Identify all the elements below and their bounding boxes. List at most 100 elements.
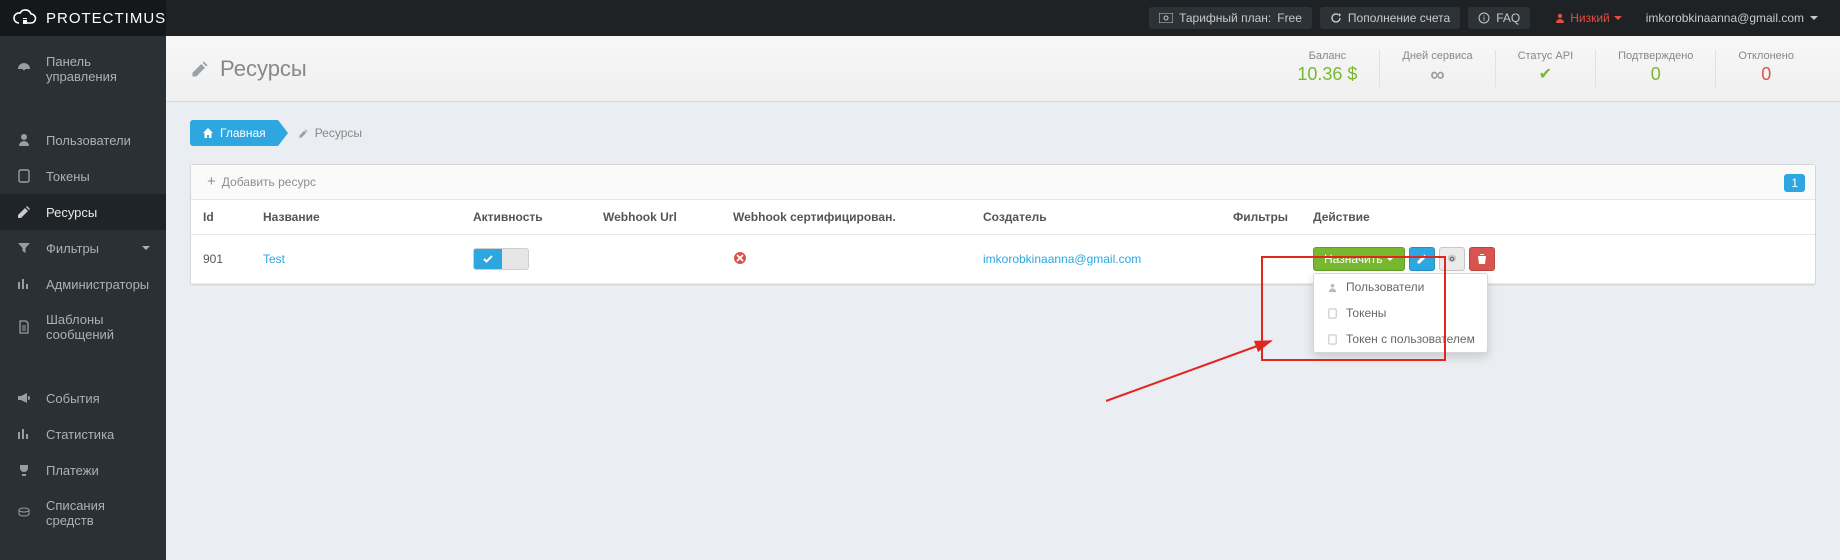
creator-link[interactable]: imkorobkinaanna@gmail.com (983, 252, 1141, 266)
sidebar-item-payments[interactable]: Платежи (0, 452, 166, 488)
page-title-text: Ресурсы (220, 56, 307, 82)
sidebar-label: Панель управления (46, 54, 150, 84)
sidebar-label: Фильтры (46, 241, 99, 256)
sidebar-label: Списания средств (46, 498, 150, 528)
col-active: Активность (461, 200, 591, 235)
topup-pill[interactable]: Пополнение счета (1320, 7, 1460, 29)
stat-confirmed: Подтверждено 0 (1595, 50, 1715, 87)
stat-balance: Баланс 10.36 $ (1275, 50, 1379, 87)
brand-text: Protectimus (46, 10, 166, 27)
brand-logo[interactable]: Protectimus (0, 0, 166, 36)
assign-button[interactable]: Назначить (1313, 247, 1405, 271)
cell-webhook-cert (721, 235, 971, 284)
sidebar-label: Статистика (46, 427, 114, 442)
row-actions: Назначить (1313, 247, 1803, 271)
trash-icon (1476, 253, 1488, 265)
infinity-icon: ∞ (1402, 64, 1472, 87)
sidebar-label: События (46, 391, 100, 406)
plus-icon: + (207, 176, 216, 188)
edit-button[interactable] (1409, 247, 1435, 271)
sidebar-label: Пользователи (46, 133, 131, 148)
stat-value: 10.36 $ (1297, 64, 1357, 85)
resource-name-link[interactable]: Test (263, 252, 285, 266)
panel-toolbar: + Добавить ресурс 1 (191, 165, 1815, 200)
plan-pill[interactable]: Тарифный план: Free (1149, 7, 1312, 29)
home-icon (202, 127, 214, 139)
topbar: Protectimus Тарифный план: Free Пополнен… (0, 0, 1840, 36)
stat-label: Дней сервиса (1402, 50, 1472, 62)
money-icon (1159, 13, 1173, 23)
trophy-icon (16, 462, 32, 478)
user-email-menu[interactable]: imkorobkinaanna@gmail.com (1646, 11, 1818, 25)
delete-button[interactable] (1469, 247, 1495, 271)
cell-id: 901 (191, 235, 251, 284)
cell-filters (1221, 235, 1301, 284)
resources-table: Id Название Активность Webhook Url Webho… (191, 200, 1815, 284)
info-icon: i (1478, 12, 1490, 24)
sidebar-label: Ресурсы (46, 205, 97, 220)
settings-button[interactable] (1439, 247, 1465, 271)
stat-label: Подтверждено (1618, 50, 1693, 62)
cell-webhook (591, 235, 721, 284)
pagination[interactable]: 1 (1784, 175, 1805, 190)
col-name: Название (251, 200, 461, 235)
cloud-lock-icon (12, 8, 38, 28)
stat-label: Баланс (1297, 50, 1357, 62)
page-header: Ресурсы Баланс 10.36 $ Дней сервиса ∞ Ст… (166, 36, 1840, 102)
megaphone-icon (16, 390, 32, 406)
edit-icon (190, 59, 210, 79)
col-filters: Фильтры (1221, 200, 1301, 235)
dropdown-item-token-user[interactable]: Токен с пользователем (1314, 326, 1487, 352)
sidebar-item-events[interactable]: События (0, 380, 166, 416)
svg-text:i: i (1483, 14, 1485, 23)
deny-icon (733, 251, 747, 265)
tablet-icon (1326, 307, 1338, 319)
toggle-on (474, 249, 502, 269)
sidebar-item-writeoffs[interactable]: Списания средств (0, 488, 166, 538)
faq-label: FAQ (1496, 11, 1520, 25)
assign-dropdown: Пользователи Токены Токен (1313, 273, 1488, 353)
sidebar-item-filters[interactable]: Фильтры (0, 230, 166, 266)
breadcrumb-current-label: Ресурсы (315, 126, 362, 140)
sidebar-item-dashboard[interactable]: Панель управления (0, 44, 166, 94)
coins-icon (16, 505, 32, 521)
resources-panel: + Добавить ресурс 1 Id Название Активнос… (190, 164, 1816, 285)
user-icon (1326, 281, 1338, 293)
sidebar-item-users[interactable]: Пользователи (0, 122, 166, 158)
col-id: Id (191, 200, 251, 235)
caret-down-icon (1810, 16, 1818, 20)
col-action: Действие (1301, 200, 1815, 235)
add-resource-button[interactable]: + Добавить ресурс (201, 171, 322, 193)
breadcrumb-current: Ресурсы (278, 120, 374, 146)
annotation-arrow (1106, 306, 1286, 406)
topup-label: Пополнение счета (1348, 11, 1450, 25)
sidebar-item-admins[interactable]: Администраторы (0, 266, 166, 302)
stat-value: 0 (1738, 64, 1794, 85)
sidebar-label: Шаблоны сообщений (46, 312, 150, 342)
risk-label: Низкий (1570, 11, 1610, 25)
dropdown-label: Пользователи (1346, 280, 1424, 294)
faq-pill[interactable]: i FAQ (1468, 7, 1530, 29)
col-creator: Создатель (971, 200, 1221, 235)
col-webhook: Webhook Url (591, 200, 721, 235)
dropdown-item-tokens[interactable]: Токены (1314, 300, 1487, 326)
col-webhook-cert: Webhook сертифицирован. (721, 200, 971, 235)
stat-value: 0 (1618, 64, 1693, 85)
filter-icon (16, 240, 32, 256)
risk-indicator[interactable]: Низкий (1554, 11, 1622, 25)
user-icon (1554, 12, 1566, 24)
tablet-icon (16, 168, 32, 184)
sidebar-item-templates[interactable]: Шаблоны сообщений (0, 302, 166, 352)
stat-label: Отклонено (1738, 50, 1794, 62)
stats-bar: Баланс 10.36 $ Дней сервиса ∞ Статус API… (1275, 50, 1816, 87)
sidebar-label: Токены (46, 169, 90, 184)
breadcrumb-home[interactable]: Главная (190, 120, 278, 146)
active-toggle[interactable] (473, 248, 529, 270)
sidebar-item-resources[interactable]: Ресурсы (0, 194, 166, 230)
sidebar-item-stats[interactable]: Статистика (0, 416, 166, 452)
add-resource-label: Добавить ресурс (222, 175, 316, 189)
stat-label: Статус API (1518, 50, 1574, 62)
content: Ресурсы Баланс 10.36 $ Дней сервиса ∞ Ст… (166, 36, 1840, 560)
dropdown-item-users[interactable]: Пользователи (1314, 274, 1487, 300)
sidebar-item-tokens[interactable]: Токены (0, 158, 166, 194)
